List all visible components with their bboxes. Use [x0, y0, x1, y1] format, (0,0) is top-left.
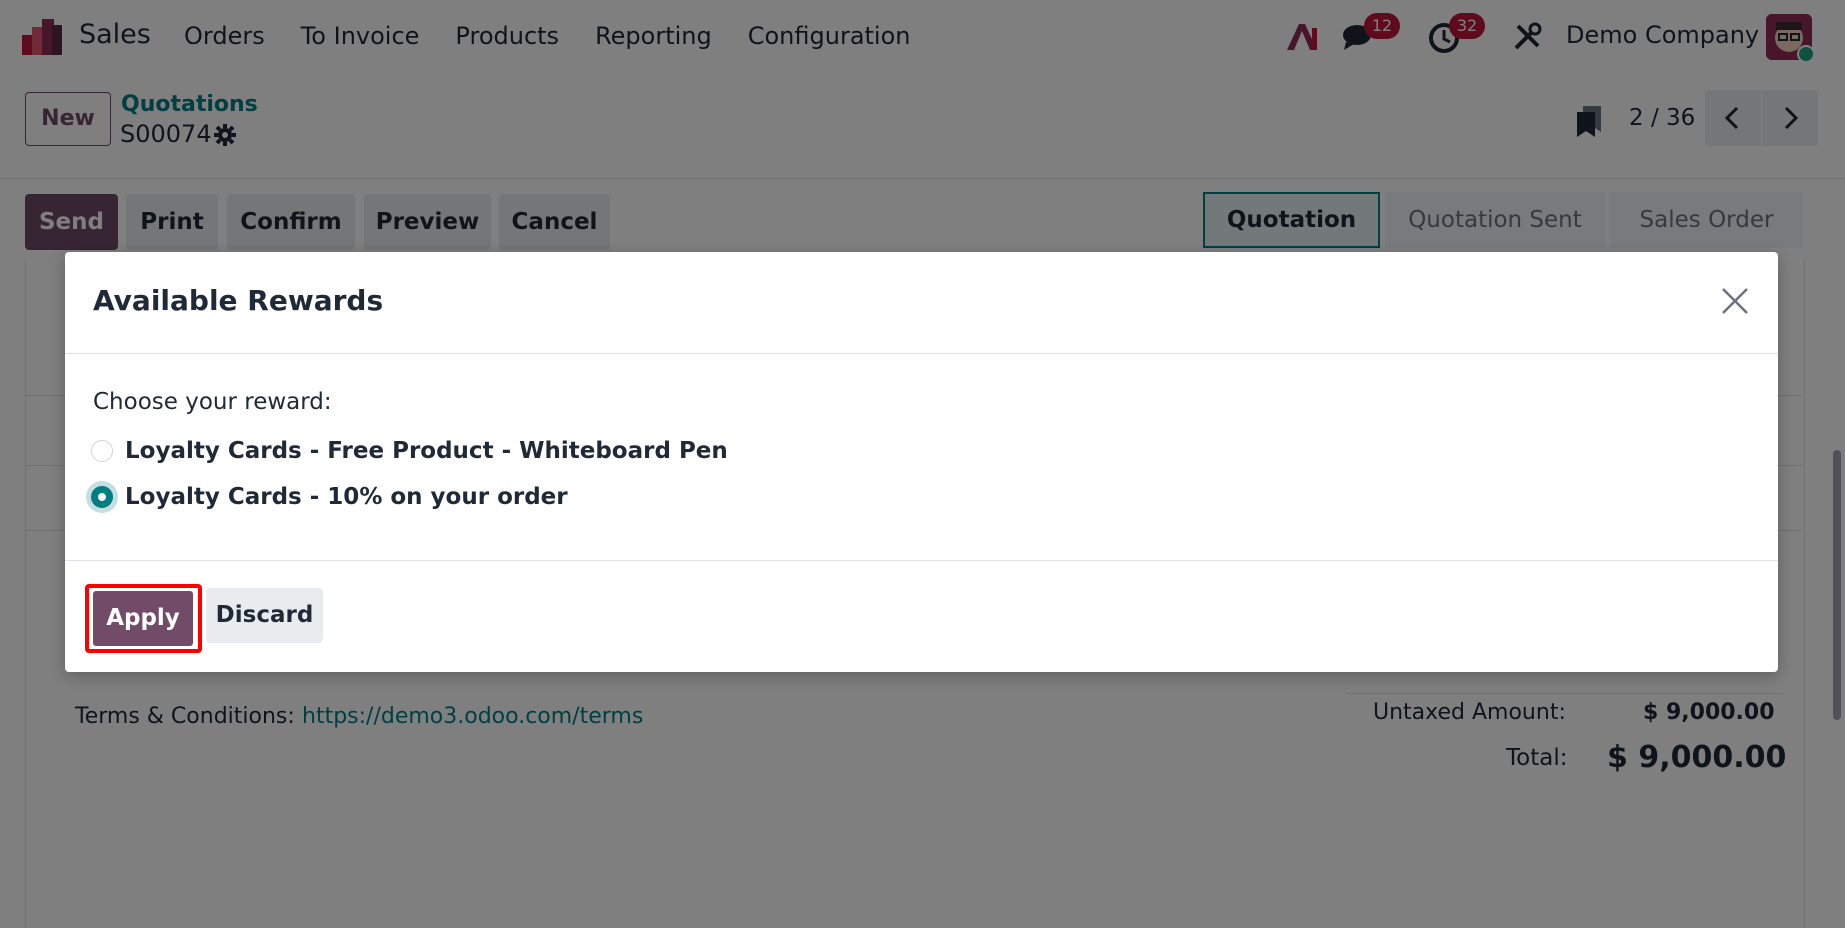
choose-reward-label: Choose your reward: [93, 389, 332, 415]
discard-button[interactable]: Discard [206, 588, 323, 643]
reward-option-label[interactable]: Loyalty Cards - 10% on your order [125, 484, 568, 510]
available-rewards-dialog: Available Rewards Choose your reward: Lo… [65, 252, 1778, 672]
dialog-footer: Apply Discard [65, 560, 1778, 673]
dialog-title: Available Rewards [93, 284, 384, 317]
reward-option-ten-percent[interactable]: Loyalty Cards - 10% on your order [91, 480, 568, 514]
reward-option-label[interactable]: Loyalty Cards - Free Product - Whiteboar… [125, 438, 728, 464]
dialog-header: Available Rewards [65, 252, 1778, 354]
radio-ten-percent[interactable] [91, 486, 113, 508]
apply-button[interactable]: Apply [93, 591, 193, 646]
radio-free-product[interactable] [91, 440, 113, 462]
reward-option-free-product[interactable]: Loyalty Cards - Free Product - Whiteboar… [91, 434, 728, 468]
close-icon[interactable] [1720, 286, 1750, 316]
